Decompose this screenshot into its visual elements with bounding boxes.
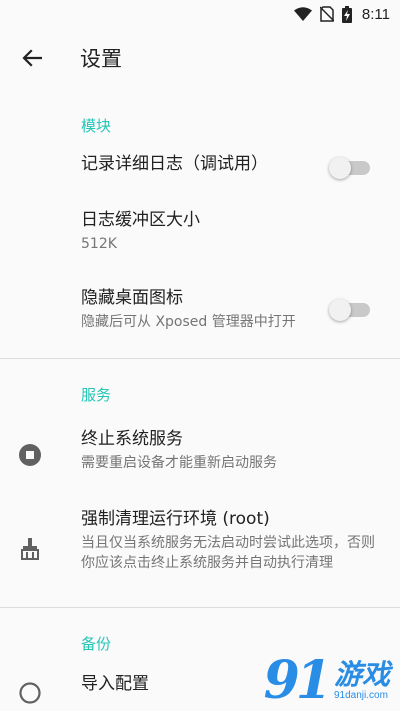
switch-thumb	[329, 299, 351, 321]
pref-title: 强制清理运行环境 (root)	[81, 509, 270, 529]
hide-icon-switch[interactable]	[329, 299, 370, 321]
pref-force-clean[interactable]: 强制清理运行环境 (root) 当且仅当系统服务无法启动时尝试此选项，否则你应该…	[0, 493, 400, 607]
stop-circle-icon	[19, 444, 41, 470]
pref-summary: 当且仅当系统服务无法启动时尝试此选项，否则你应该点击终止系统服务并自动执行清理	[81, 535, 375, 571]
watermark-logo: 91 游戏 91danji.com	[264, 655, 390, 707]
pref-log-buffer[interactable]: 日志缓冲区大小 512K	[0, 202, 400, 280]
status-bar: 8:11	[0, 0, 400, 28]
battery-charging-icon	[341, 5, 352, 23]
verbose-log-switch[interactable]	[329, 157, 370, 179]
watermark-number: 91	[263, 650, 332, 711]
pref-hide-icon[interactable]: 隐藏桌面图标 隐藏后可从 Xposed 管理器中打开	[0, 280, 400, 358]
pref-title: 日志缓冲区大小	[81, 210, 200, 230]
section-header-service: 服务	[81, 386, 112, 404]
arrow-left-icon[interactable]	[18, 44, 46, 72]
pref-summary: 512K	[81, 236, 117, 252]
watermark-site: 91danji.com	[333, 690, 388, 701]
watermark-text: 游戏	[333, 658, 390, 691]
pref-stop-service[interactable]: 终止系统服务 需要重启设备才能重新启动服务	[0, 407, 400, 493]
status-time: 8:11	[361, 5, 390, 23]
page-title: 设置	[80, 47, 122, 71]
switch-thumb	[329, 157, 351, 179]
pref-title: 记录详细日志（调试用）	[81, 154, 268, 174]
pref-summary: 需要重启设备才能重新启动服务	[81, 455, 277, 471]
app-bar: 设置	[0, 28, 400, 88]
pref-title: 终止系统服务	[81, 429, 183, 449]
pref-verbose-log[interactable]: 记录详细日志（调试用）	[0, 138, 400, 202]
pref-title: 隐藏桌面图标	[81, 288, 183, 308]
wifi-icon	[293, 7, 312, 21]
no-sim-icon	[319, 6, 334, 22]
pref-summary: 隐藏后可从 Xposed 管理器中打开	[81, 314, 296, 330]
section-header-backup: 备份	[81, 635, 112, 653]
section-header-module: 模块	[81, 117, 112, 135]
import-icon	[19, 682, 41, 708]
broom-icon	[19, 538, 41, 564]
